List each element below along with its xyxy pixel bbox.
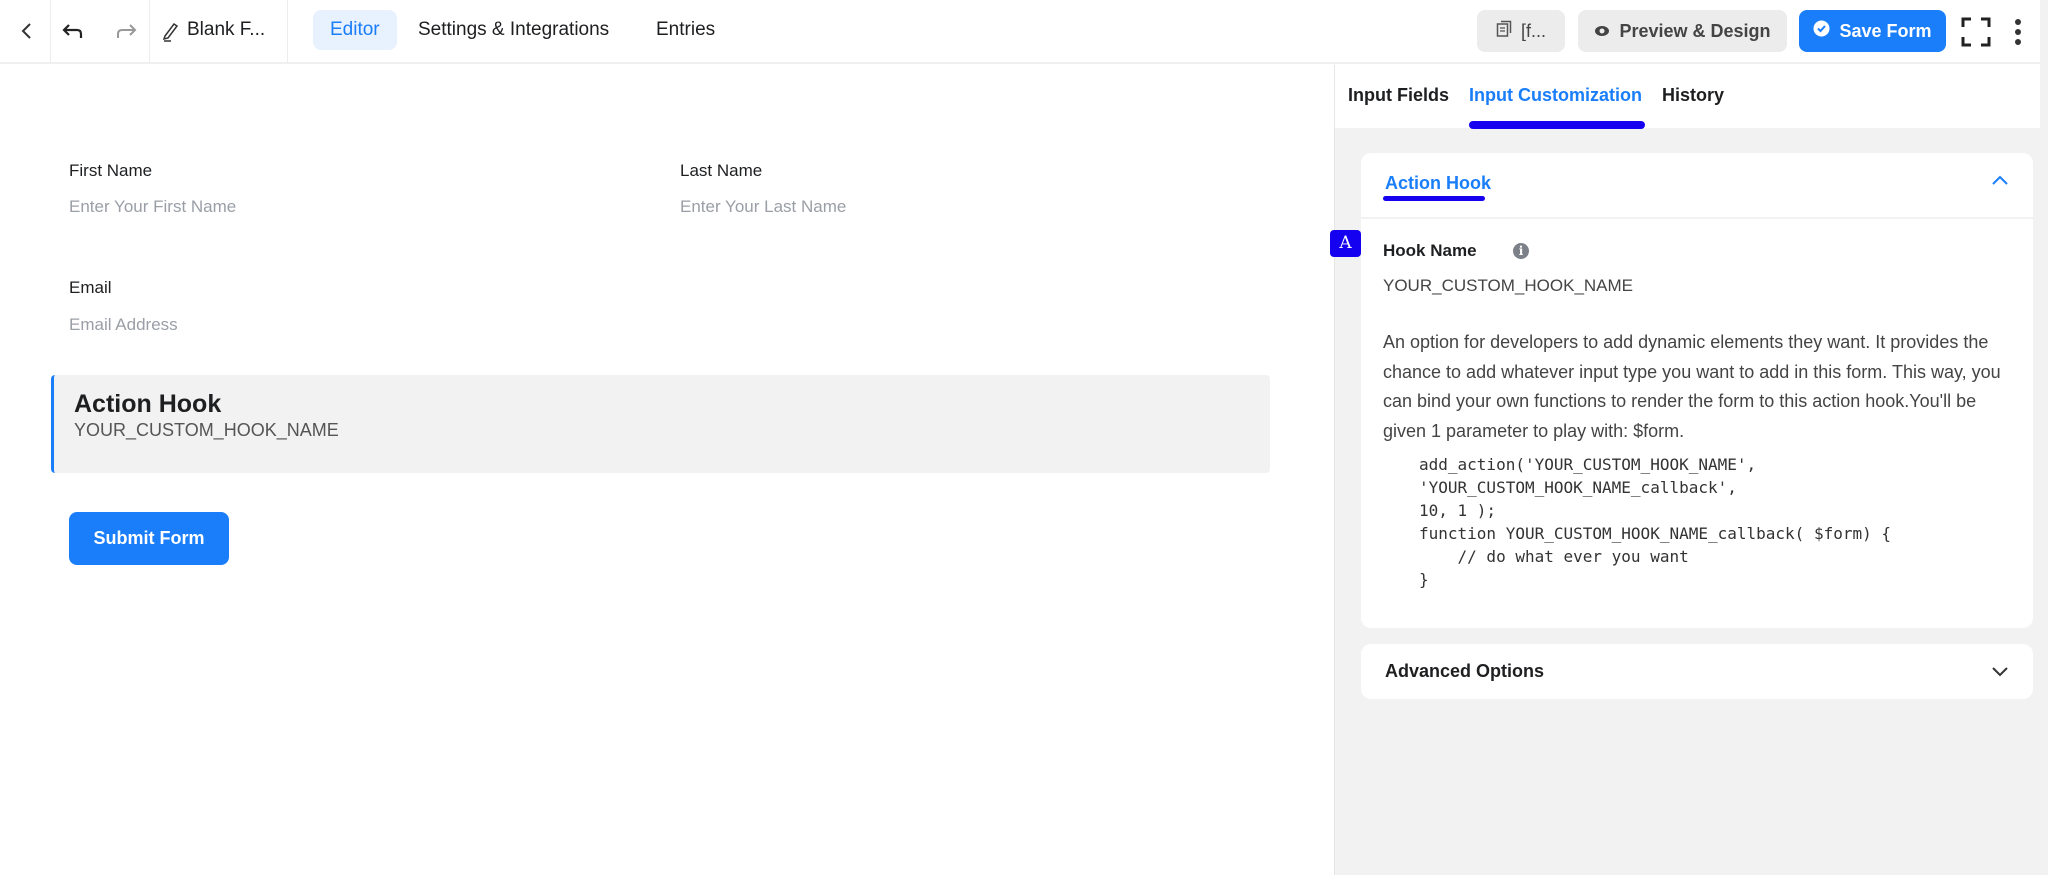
tab-editor[interactable]: Editor [313, 10, 397, 50]
top-bar: Blank F... Editor Settings & Integration… [0, 0, 2048, 64]
tab-history[interactable]: History [1662, 85, 1724, 106]
settings-panel: Input Fields Input Customization History… [1334, 65, 2048, 875]
advanced-options-card[interactable]: Advanced Options [1361, 644, 2033, 699]
shortcode-button[interactable]: [f... [1477, 10, 1565, 52]
tab-input-fields[interactable]: Input Fields [1348, 85, 1449, 106]
redo-icon[interactable] [111, 16, 141, 46]
tab-settings-integrations[interactable]: Settings & Integrations [401, 10, 626, 50]
pencil-icon [160, 19, 182, 43]
action-hook-title: Action Hook [74, 390, 222, 418]
first-name-label: First Name [69, 161, 153, 180]
copy-icon [1496, 20, 1512, 43]
advanced-options-label: Advanced Options [1385, 661, 1545, 681]
preview-label: Preview & Design [1619, 20, 1771, 41]
panel-tabs: Input Fields Input Customization History [1335, 65, 2048, 129]
action-hook-field[interactable]: Action Hook YOUR_CUSTOM_HOOK_NAME [51, 375, 1270, 473]
card-header[interactable]: Action Hook [1361, 153, 2033, 219]
code-example: add_action('YOUR_CUSTOM_HOOK_NAME', 'YOU… [1419, 455, 1892, 589]
eye-icon [1594, 21, 1610, 42]
action-hook-name: YOUR_CUSTOM_HOOK_NAME [74, 420, 339, 440]
preview-design-button[interactable]: Preview & Design [1578, 10, 1787, 52]
section-title: Action Hook [1385, 173, 1491, 193]
email-label: Email [69, 278, 112, 297]
scrollbar[interactable] [2040, 0, 2048, 875]
info-icon[interactable]: i [1513, 243, 1529, 259]
form-title[interactable]: Blank F... [187, 19, 265, 41]
tab-input-customization[interactable]: Input Customization [1469, 85, 1642, 106]
last-name-label: Last Name [680, 161, 763, 180]
hook-name-value[interactable]: YOUR_CUSTOM_HOOK_NAME [1383, 276, 1633, 296]
submit-form-button[interactable]: Submit Form [69, 512, 229, 565]
hook-description: An option for developers to add dynamic … [1383, 332, 2001, 441]
action-hook-card: Action Hook Hook Name i YOUR_CUSTOM_HOOK… [1361, 153, 2033, 628]
first-name-input[interactable]: Enter Your First Name [69, 197, 236, 217]
more-options-icon[interactable] [2008, 16, 2028, 48]
check-circle-icon [1813, 20, 1830, 42]
annotation-badge: A [1330, 230, 1361, 257]
hook-name-label: Hook Name [1383, 241, 1477, 260]
highlight-marker [1383, 196, 1485, 201]
save-form-button[interactable]: Save Form [1799, 10, 1946, 52]
fullscreen-icon[interactable] [1960, 16, 1992, 48]
chevron-up-icon[interactable] [1991, 173, 2009, 191]
undo-icon[interactable] [58, 16, 88, 46]
email-input[interactable]: Email Address [69, 315, 178, 335]
save-label: Save Form [1839, 20, 1932, 41]
back-icon[interactable] [12, 16, 42, 46]
tab-entries[interactable]: Entries [639, 10, 732, 50]
shortcode-label: [f... [1520, 20, 1546, 41]
chevron-down-icon[interactable] [1991, 665, 2009, 683]
highlight-marker [1469, 121, 1645, 129]
last-name-input[interactable]: Enter Your Last Name [680, 197, 846, 217]
